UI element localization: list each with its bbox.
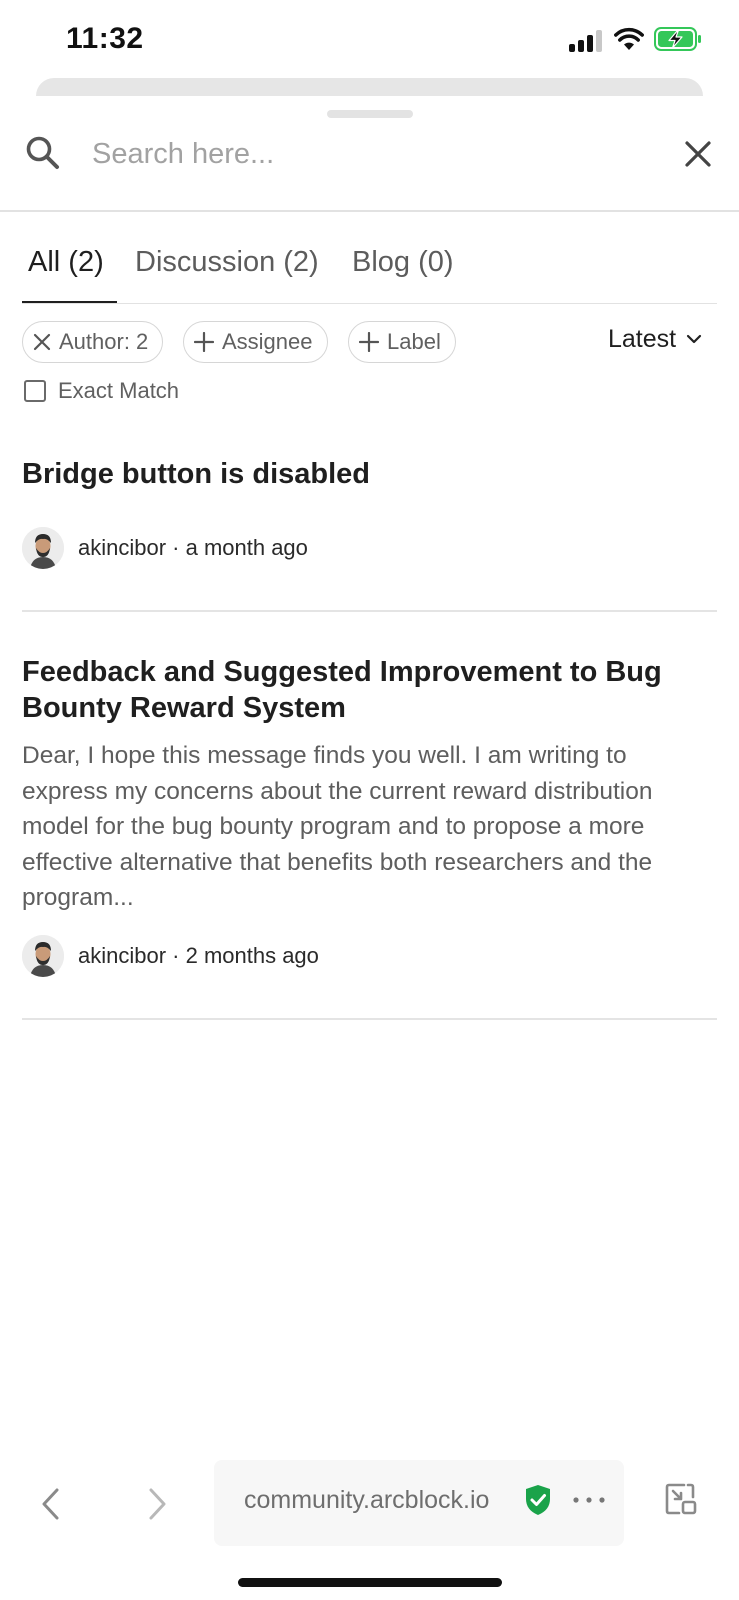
- wifi-icon: [614, 27, 644, 50]
- post-meta: akincibor · a month ago: [22, 526, 717, 570]
- assignee-filter-label: Assignee: [222, 329, 313, 354]
- author-filter-chip[interactable]: Author: 2: [22, 321, 164, 363]
- cellular-signal-icon: [569, 30, 605, 52]
- search-sheet: All (2) Discussion (2) Blog (0) Author: …: [0, 96, 739, 1486]
- search-divider: [0, 210, 739, 212]
- avatar[interactable]: [22, 527, 64, 569]
- label-filter-label: Label: [387, 329, 441, 354]
- post-item[interactable]: Feedback and Suggested Improvement to Bu…: [22, 654, 717, 916]
- more-icon[interactable]: [572, 1496, 606, 1504]
- avatar-image: [22, 527, 64, 569]
- sort-dropdown[interactable]: Latest: [608, 318, 702, 360]
- label-filter-chip[interactable]: Label: [348, 321, 456, 363]
- status-time: 11:32: [66, 22, 144, 55]
- battery-charging-icon: [654, 27, 701, 51]
- author-filter-label: Author: 2: [59, 329, 149, 354]
- close-icon[interactable]: [680, 136, 716, 172]
- post-title[interactable]: Feedback and Suggested Improvement to Bu…: [22, 654, 717, 726]
- search-bar: [0, 126, 739, 206]
- address-bar[interactable]: community.arcblock.io: [214, 1460, 624, 1546]
- sheet-grabber[interactable]: [327, 110, 413, 118]
- avatar-image: [22, 935, 64, 977]
- post-title[interactable]: Bridge button is disabled: [22, 456, 717, 492]
- tabs-divider: [22, 303, 717, 304]
- plus-icon: [359, 332, 379, 352]
- post-divider: [22, 610, 717, 612]
- chevron-down-icon: [687, 334, 702, 344]
- search-input[interactable]: [92, 130, 652, 178]
- search-icon: [26, 136, 59, 169]
- tab-blog[interactable]: Blog (0): [352, 246, 454, 279]
- post-item[interactable]: Bridge button is disabled: [22, 456, 717, 492]
- avatar[interactable]: [22, 935, 64, 977]
- sort-label: Latest: [608, 324, 677, 353]
- status-bar: 11:32: [0, 0, 739, 80]
- background-sheet: [36, 78, 703, 96]
- post-meta-text: akincibor · a month ago: [78, 535, 308, 560]
- back-icon[interactable]: [36, 1486, 66, 1522]
- post-excerpt: Dear, I hope this message finds you well…: [22, 742, 653, 911]
- forward-icon[interactable]: [142, 1486, 172, 1522]
- post-meta-text: akincibor · 2 months ago: [78, 943, 319, 968]
- exact-match-toggle[interactable]: Exact Match: [24, 374, 179, 408]
- tab-all[interactable]: All (2): [28, 246, 104, 279]
- minimize-window-icon[interactable]: [664, 1482, 698, 1516]
- url-text[interactable]: community.arcblock.io: [244, 1486, 489, 1515]
- exact-match-label: Exact Match: [58, 378, 180, 403]
- post-divider: [22, 1018, 717, 1020]
- home-indicator[interactable]: [238, 1578, 502, 1587]
- exact-match-checkbox[interactable]: [24, 380, 46, 402]
- remove-filter-icon[interactable]: [33, 333, 51, 351]
- tab-discussion[interactable]: Discussion (2): [135, 246, 319, 279]
- plus-icon: [194, 332, 214, 352]
- post-meta: akincibor · 2 months ago: [22, 934, 717, 978]
- secure-shield-icon: [526, 1485, 550, 1515]
- assignee-filter-chip[interactable]: Assignee: [183, 321, 328, 363]
